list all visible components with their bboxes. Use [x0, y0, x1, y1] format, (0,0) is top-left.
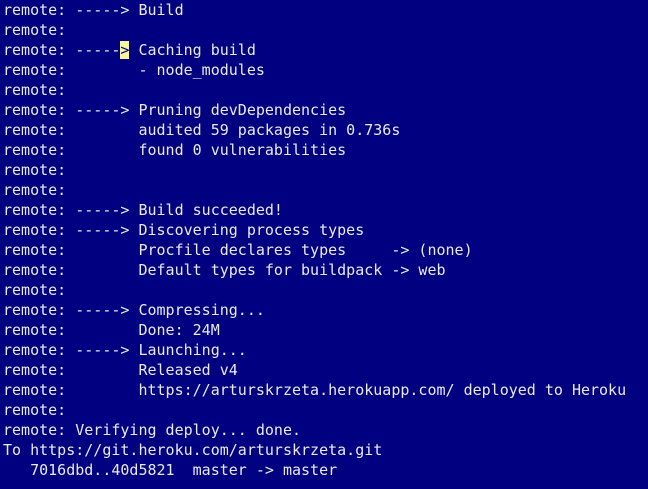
terminal-line: remote: Released v4	[3, 361, 238, 379]
terminal-line: remote:	[3, 21, 67, 39]
terminal-line: remote: -----> Compressing...	[3, 301, 265, 319]
terminal-line: remote: -----> Build	[3, 1, 184, 19]
terminal-line: remote: found 0 vulnerabilities	[3, 141, 347, 159]
terminal-line: remote: Default types for buildpack -> w…	[3, 261, 446, 279]
terminal-line: remote: -----> Pruning devDependencies	[3, 101, 347, 119]
terminal-line: remote: -----> Build succeeded!	[3, 201, 283, 219]
terminal-line: remote:	[3, 401, 67, 419]
terminal-line: remote: -----> Caching build	[3, 40, 256, 60]
terminal-line: remote:	[3, 181, 67, 199]
terminal-line: remote: Verifying deploy... done.	[3, 421, 302, 439]
terminal-window[interactable]: remote: -----> Build remote: remote: -----…	[0, 0, 648, 489]
terminal-line: remote: https://arturskrzeta.herokuapp.c…	[3, 381, 627, 399]
terminal-line: remote: Done: 24M	[3, 321, 220, 339]
terminal-line-text: remote: -----	[3, 41, 121, 59]
terminal-line: remote: - node_modules	[3, 61, 265, 79]
terminal-line: remote: -----> Launching...	[3, 341, 247, 359]
terminal-line: remote:	[3, 281, 67, 299]
terminal-line: remote: audited 59 packages in 0.736s	[3, 121, 401, 139]
terminal-line: remote:	[3, 161, 67, 179]
terminal-line-text: Caching build	[129, 41, 256, 59]
terminal-line: remote: Procfile declares types -> (none…	[3, 241, 473, 259]
terminal-line: To https://git.heroku.com/arturskrzeta.g…	[3, 441, 383, 459]
terminal-line: 7016dbd..40d5821 master -> master	[3, 461, 338, 479]
terminal-line: remote:	[3, 81, 67, 99]
terminal-line: remote: -----> Discovering process types	[3, 221, 365, 239]
